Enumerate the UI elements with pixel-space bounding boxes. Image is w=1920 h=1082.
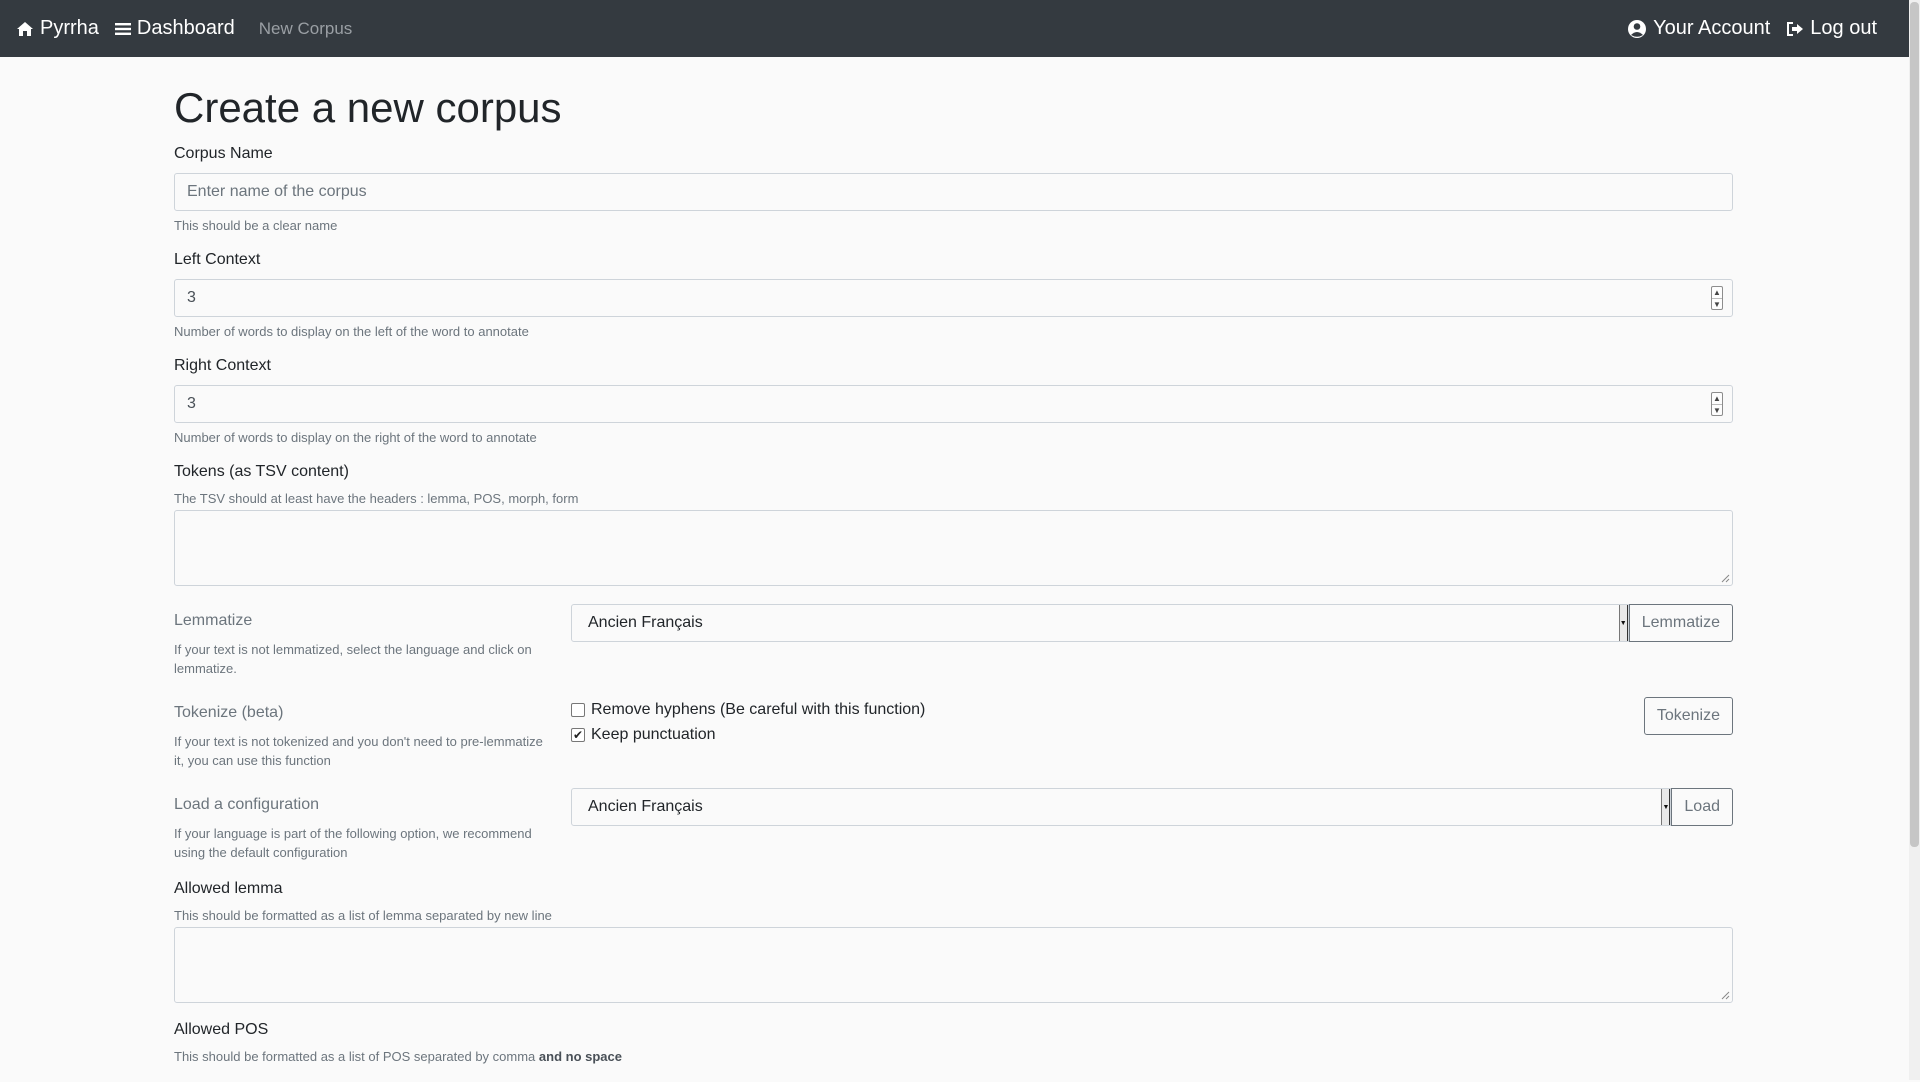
- tokenize-row: Tokenize (beta) If your text is not toke…: [174, 696, 1733, 770]
- lemmatize-language-select[interactable]: Ancien Français ▼: [571, 604, 1629, 643]
- remove-hyphens-checkbox[interactable]: [571, 703, 585, 718]
- lemmatize-button[interactable]: Lemmatize: [1628, 604, 1733, 643]
- right-context-label: Right Context: [174, 357, 271, 375]
- menu-icon: [114, 22, 131, 35]
- page-scrollbar[interactable]: [1909, 0, 1920, 1080]
- spinner-down-icon[interactable]: ▼: [1712, 404, 1722, 416]
- corpus-name-input[interactable]: Enter name of the corpus: [174, 173, 1733, 212]
- lemmatize-selected-language: Ancien Français: [588, 614, 703, 632]
- allowed-lemma-group: Allowed lemma This should be formatted a…: [174, 880, 1733, 1004]
- allowed-pos-help: This should be formatted as a list of PO…: [174, 1049, 1733, 1064]
- load-config-selected-language: Ancien Français: [588, 798, 703, 816]
- home-icon: [17, 21, 33, 36]
- keep-punctuation-option[interactable]: ✔ Keep punctuation: [571, 726, 1644, 744]
- dashboard-link[interactable]: Dashboard: [114, 17, 235, 40]
- right-context-group: Right Context 3 ▲ ▼ Number of words to d…: [174, 357, 1733, 445]
- right-context-help: Number of words to display on the right …: [174, 430, 537, 446]
- tokenize-button[interactable]: Tokenize: [1643, 697, 1733, 736]
- load-config-language-select[interactable]: Ancien Français ▼: [571, 788, 1672, 827]
- sign-out-icon: [1787, 21, 1804, 36]
- allowed-lemma-label: Allowed lemma: [174, 880, 283, 898]
- load-button[interactable]: Load: [1671, 788, 1733, 827]
- user-circle-icon: [1628, 19, 1647, 38]
- left-context-group: Left Context 3 ▲ ▼ Number of words to di…: [174, 251, 1733, 339]
- lemmatize-title: Lemmatize: [174, 612, 253, 630]
- left-context-help: Number of words to display on the left o…: [174, 324, 529, 340]
- spinner-down-icon[interactable]: ▼: [1712, 298, 1722, 310]
- resize-grip-icon[interactable]: [1720, 573, 1730, 583]
- load-config-help: If your language is part of the followin…: [174, 826, 532, 861]
- right-context-input[interactable]: 3 ▲ ▼: [174, 385, 1733, 424]
- allowed-lemma-textarea[interactable]: [174, 927, 1733, 1004]
- resize-grip-icon[interactable]: [1720, 990, 1730, 1000]
- allowed-pos-label: Allowed POS: [174, 1021, 269, 1039]
- tokens-help: The TSV should at least have the headers…: [174, 491, 579, 507]
- keep-punctuation-label: Keep punctuation: [591, 726, 716, 744]
- allowed-pos-group: Allowed POS This should be formatted as …: [174, 1021, 1733, 1064]
- brand-link[interactable]: Pyrrha: [16, 17, 99, 40]
- left-context-input[interactable]: 3 ▲ ▼: [174, 279, 1733, 318]
- account-label: Your Account: [1653, 17, 1771, 39]
- tokens-label: Tokens (as TSV content): [174, 463, 349, 481]
- spinner-up-icon[interactable]: ▲: [1712, 393, 1722, 404]
- scrollbar-thumb[interactable]: [1910, 2, 1919, 847]
- dashboard-label: Dashboard: [136, 17, 235, 39]
- breadcrumb-new-corpus[interactable]: New Corpus: [259, 19, 353, 39]
- dropdown-caret-icon[interactable]: ▼: [1661, 789, 1671, 826]
- top-navbar: Pyrrha Dashboard New Corpus Your Account…: [0, 0, 1909, 57]
- tokens-group: Tokens (as TSV content) The TSV should a…: [174, 463, 1733, 587]
- spinner-up-icon[interactable]: ▲: [1712, 287, 1722, 298]
- corpus-name-placeholder: Enter name of the corpus: [187, 183, 367, 201]
- tokenize-title: Tokenize (beta): [174, 704, 284, 722]
- corpus-name-help: This should be a clear name: [174, 218, 338, 234]
- allowed-lemma-help: This should be formatted as a list of le…: [174, 908, 552, 924]
- remove-hyphens-option[interactable]: Remove hyphens (Be careful with this fun…: [571, 701, 1644, 719]
- allowed-pos-help-text: This should be formatted as a list of PO…: [174, 1049, 539, 1065]
- allowed-pos-help-emphasis: and no space: [538, 1049, 622, 1065]
- keep-punctuation-checkbox[interactable]: ✔: [571, 728, 585, 743]
- logout-label: Log out: [1810, 17, 1877, 39]
- right-context-value: 3: [187, 395, 196, 413]
- lemmatize-help: If your text is not lemmatized, select t…: [174, 642, 532, 677]
- brand-label: Pyrrha: [40, 17, 99, 39]
- remove-hyphens-label: Remove hyphens (Be careful with this fun…: [591, 701, 926, 719]
- page-title: Create a new corpus: [174, 84, 562, 131]
- left-context-value: 3: [187, 289, 196, 307]
- corpus-name-group: Corpus Name Enter name of the corpus Thi…: [174, 145, 1733, 233]
- main-content: Create a new corpus Corpus Name Enter na…: [174, 57, 1733, 1082]
- tokens-textarea[interactable]: [174, 510, 1733, 587]
- left-context-spinner[interactable]: ▲ ▼: [1711, 286, 1723, 311]
- logout-link[interactable]: Log out: [1786, 17, 1877, 40]
- account-link[interactable]: Your Account: [1627, 17, 1770, 40]
- dropdown-caret-icon[interactable]: ▼: [1618, 605, 1628, 642]
- right-context-spinner[interactable]: ▲ ▼: [1711, 392, 1723, 417]
- load-config-title: Load a configuration: [174, 796, 319, 814]
- left-context-label: Left Context: [174, 251, 261, 269]
- lemmatize-row: Lemmatize If your text is not lemmatized…: [174, 604, 1733, 678]
- tokenize-help: If your text is not tokenized and you do…: [174, 734, 543, 769]
- corpus-name-label: Corpus Name: [174, 145, 273, 163]
- load-config-row: Load a configuration If your language is…: [174, 788, 1733, 862]
